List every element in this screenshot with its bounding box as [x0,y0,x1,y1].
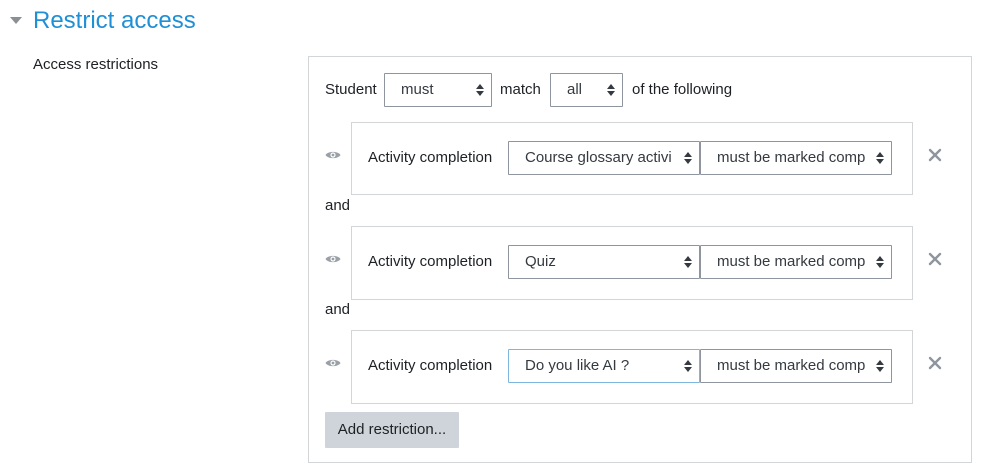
activity-select-value: Quiz [525,253,556,270]
activity-select[interactable]: Course glossary activi [508,141,700,175]
and-connector: and [325,301,351,318]
add-restriction-button[interactable]: Add restriction... [325,412,459,448]
activity-select[interactable]: Do you like AI ? [508,349,700,383]
select-arrows-icon [684,255,692,269]
select-arrows-icon [876,359,884,373]
student-label: Student [325,81,377,98]
activity-select-value: Course glossary activi [525,149,672,166]
match-label: match [500,81,541,98]
completion-status-value: must be marked comp [717,149,866,166]
completion-status-select[interactable]: must be marked comp [700,141,892,175]
activity-select[interactable]: Quiz [508,245,700,279]
close-icon[interactable] [928,252,942,266]
select-arrows-icon [607,83,615,97]
eye-icon[interactable] [325,254,341,264]
following-label: of the following [632,81,733,98]
condition-type-label: Activity completion [368,357,493,374]
completion-status-select[interactable]: must be marked comp [700,245,892,279]
completion-status-value: must be marked comp [717,357,866,374]
all-select-value: all [567,81,583,98]
close-icon[interactable] [928,148,942,162]
all-select[interactable]: all [550,73,623,107]
select-arrows-icon [876,255,884,269]
must-select[interactable]: must [384,73,492,107]
select-arrows-icon [876,151,884,165]
select-arrows-icon [476,83,484,97]
activity-select-value: Do you like AI ? [525,357,630,374]
select-arrows-icon [684,359,692,373]
must-select-value: must [401,81,434,98]
completion-status-select[interactable]: must be marked comp [700,349,892,383]
completion-status-value: must be marked comp [717,253,866,270]
section-title[interactable]: Restrict access [33,6,196,36]
eye-icon[interactable] [325,150,341,160]
condition-type-label: Activity completion [368,149,493,166]
eye-icon[interactable] [325,358,341,368]
condition-type-label: Activity completion [368,253,493,270]
close-icon[interactable] [928,356,942,370]
access-restrictions-label: Access restrictions [33,56,159,73]
caret-down-icon[interactable] [10,17,22,24]
select-arrows-icon [684,151,692,165]
and-connector: and [325,197,351,214]
